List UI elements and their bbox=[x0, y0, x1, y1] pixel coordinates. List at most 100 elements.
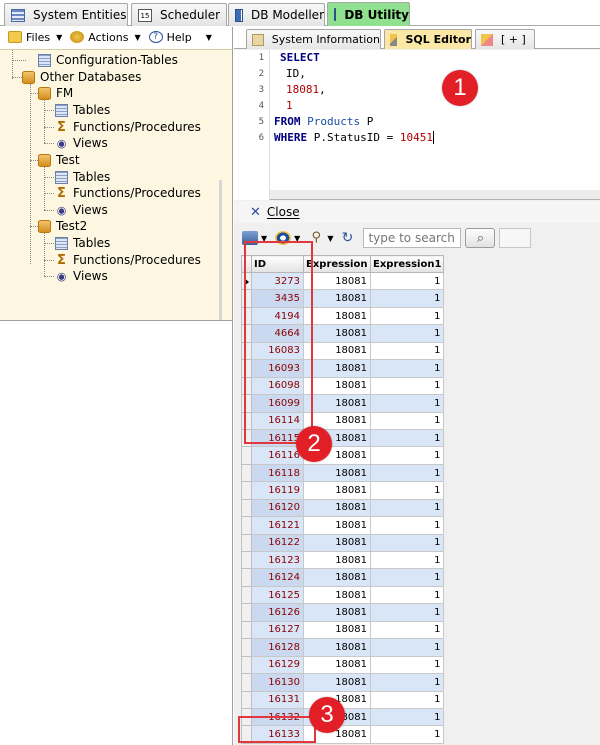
grid-cell-expression[interactable]: 18081 bbox=[303, 568, 371, 587]
grid-cell-expression[interactable]: 18081 bbox=[303, 498, 371, 518]
grid-cell-expression1[interactable]: 1 bbox=[369, 568, 445, 587]
row-header[interactable] bbox=[241, 620, 252, 640]
grid-cell-expression[interactable]: 18081 bbox=[303, 271, 371, 291]
grid-cell-expression1[interactable]: 1 bbox=[369, 481, 445, 500]
tab-scheduler[interactable]: 15 Scheduler bbox=[131, 3, 227, 26]
editor-scrollbar[interactable] bbox=[270, 190, 600, 199]
row-header[interactable] bbox=[241, 585, 252, 605]
tab-new[interactable]: [ + ] bbox=[475, 29, 535, 49]
tab-db-modeller[interactable]: DB Modeller bbox=[228, 3, 325, 26]
tab-sql-editor[interactable]: SQL Editor bbox=[384, 29, 472, 49]
column-header-expression[interactable]: Expression bbox=[303, 255, 371, 273]
close-button[interactable]: Close bbox=[267, 205, 300, 219]
tree-item-db-fm[interactable]: FM bbox=[38, 85, 73, 101]
grid-cell-expression[interactable]: 18081 bbox=[303, 376, 371, 396]
grid-cell-expression[interactable]: 18081 bbox=[303, 638, 371, 657]
grid-cell-expression1[interactable]: 1 bbox=[369, 394, 445, 413]
search-button[interactable]: ⌕ bbox=[465, 228, 496, 248]
grid-cell-expression1[interactable]: 1 bbox=[369, 306, 445, 326]
chevron-down-icon[interactable]: ▼ bbox=[327, 234, 333, 243]
grid-cell-id[interactable]: 16124 bbox=[251, 568, 304, 587]
search-input[interactable] bbox=[363, 228, 462, 248]
tree-item-configuration-tables[interactable]: Configuration-Tables bbox=[38, 52, 178, 68]
grid-cell-expression[interactable]: 18081 bbox=[303, 324, 371, 343]
tab-system-entities[interactable]: System Entities bbox=[4, 3, 128, 26]
grid-cell-id[interactable]: 16130 bbox=[251, 673, 304, 692]
table-row[interactable]: 16127 18081 1 bbox=[241, 620, 445, 640]
grid-cell-expression[interactable]: 18081 bbox=[303, 306, 371, 326]
row-header[interactable] bbox=[241, 603, 252, 622]
tree-scrollbar[interactable] bbox=[219, 180, 222, 320]
actions-menu[interactable]: Actions ▼ bbox=[70, 31, 141, 44]
grid-cell-expression[interactable]: 18081 bbox=[303, 289, 371, 308]
grid-cell-id[interactable]: 16121 bbox=[251, 516, 304, 535]
grid-cell-expression1[interactable]: 1 bbox=[369, 533, 445, 553]
grid-cell-expression1[interactable]: 1 bbox=[369, 550, 445, 570]
tree-item-views[interactable]: ◉ Views bbox=[55, 268, 108, 284]
row-header[interactable] bbox=[241, 655, 252, 675]
table-row[interactable]: 16125 18081 1 bbox=[241, 585, 445, 605]
tree-item-views[interactable]: ◉ Views bbox=[55, 135, 108, 151]
table-row[interactable]: 16119 18081 1 bbox=[241, 481, 445, 500]
refresh-icon[interactable]: ↻ bbox=[339, 231, 355, 245]
grid-cell-expression[interactable]: 18081 bbox=[303, 359, 371, 378]
grid-cell-expression1[interactable]: 1 bbox=[369, 428, 445, 448]
grid-cell-id[interactable]: 16129 bbox=[251, 655, 304, 675]
tab-db-utility[interactable]: DB Utility bbox=[327, 2, 410, 26]
grid-cell-expression1[interactable]: 1 bbox=[369, 376, 445, 396]
row-header[interactable] bbox=[241, 638, 252, 657]
grid-cell-expression[interactable]: 18081 bbox=[303, 673, 371, 692]
grid-cell-id[interactable]: 16118 bbox=[251, 463, 304, 483]
tree-item-db-test[interactable]: Test bbox=[38, 152, 80, 168]
grid-cell-id[interactable]: 16126 bbox=[251, 603, 304, 622]
table-row[interactable]: 16118 18081 1 bbox=[241, 463, 445, 483]
table-row[interactable]: 16128 18081 1 bbox=[241, 638, 445, 657]
grid-cell-id[interactable]: 16125 bbox=[251, 585, 304, 605]
table-row[interactable]: 16120 18081 1 bbox=[241, 498, 445, 518]
close-icon[interactable]: ✕ bbox=[250, 205, 261, 220]
tree-item-tables[interactable]: Tables bbox=[55, 102, 110, 118]
grid-cell-expression1[interactable]: 1 bbox=[369, 690, 445, 709]
grid-cell-expression[interactable]: 18081 bbox=[303, 516, 371, 535]
grid-cell-expression[interactable]: 18081 bbox=[303, 655, 371, 675]
row-header[interactable] bbox=[241, 568, 252, 587]
tree-item-functions[interactable]: Σ Functions/Procedures bbox=[55, 252, 201, 268]
table-row[interactable]: 16116 18081 1 bbox=[241, 446, 445, 465]
grid-cell-expression1[interactable]: 1 bbox=[369, 638, 445, 657]
row-header[interactable] bbox=[241, 463, 252, 483]
grid-cell-id[interactable]: 16127 bbox=[251, 620, 304, 640]
grid-cell-expression1[interactable]: 1 bbox=[369, 603, 445, 622]
grid-cell-expression1[interactable]: 1 bbox=[369, 463, 445, 483]
tree-item-tables[interactable]: Tables bbox=[55, 169, 110, 185]
grid-cell-expression1[interactable]: 1 bbox=[369, 707, 445, 727]
grid-cell-id[interactable]: 16128 bbox=[251, 638, 304, 657]
table-row[interactable]: 16123 18081 1 bbox=[241, 550, 445, 570]
files-menu[interactable]: Files ▼ bbox=[8, 31, 62, 44]
tree-item-db-test2[interactable]: Test2 bbox=[38, 218, 87, 234]
tree-item-other-databases[interactable]: Other Databases bbox=[22, 69, 141, 85]
grid-cell-expression[interactable]: 18081 bbox=[303, 533, 371, 553]
grid-cell-id[interactable]: 16120 bbox=[251, 498, 304, 518]
tree-item-tables[interactable]: Tables bbox=[55, 235, 110, 251]
help-menu[interactable]: ? Help ▼ bbox=[148, 31, 212, 44]
row-header[interactable] bbox=[241, 533, 252, 553]
grid-cell-expression1[interactable]: 1 bbox=[369, 271, 445, 291]
row-header[interactable] bbox=[241, 446, 252, 465]
table-row[interactable]: 16121 18081 1 bbox=[241, 516, 445, 535]
row-header[interactable] bbox=[241, 498, 252, 518]
row-header[interactable] bbox=[241, 550, 252, 570]
grid-cell-expression1[interactable]: 1 bbox=[369, 359, 445, 378]
row-header[interactable] bbox=[241, 673, 252, 692]
grid-cell-id[interactable]: 16123 bbox=[251, 550, 304, 570]
grid-cell-expression1[interactable]: 1 bbox=[369, 516, 445, 535]
grid-cell-expression1[interactable]: 1 bbox=[369, 341, 445, 361]
table-row[interactable]: 16122 18081 1 bbox=[241, 533, 445, 553]
grid-cell-expression[interactable]: 18081 bbox=[303, 463, 371, 483]
tree-item-functions[interactable]: Σ Functions/Procedures bbox=[55, 185, 201, 201]
grid-cell-expression1[interactable]: 1 bbox=[369, 498, 445, 518]
row-header[interactable] bbox=[241, 516, 252, 535]
grid-cell-id[interactable]: 16119 bbox=[251, 481, 304, 500]
grid-cell-expression1[interactable]: 1 bbox=[369, 655, 445, 675]
row-header[interactable] bbox=[241, 690, 252, 709]
grid-cell-expression[interactable]: 18081 bbox=[303, 603, 371, 622]
